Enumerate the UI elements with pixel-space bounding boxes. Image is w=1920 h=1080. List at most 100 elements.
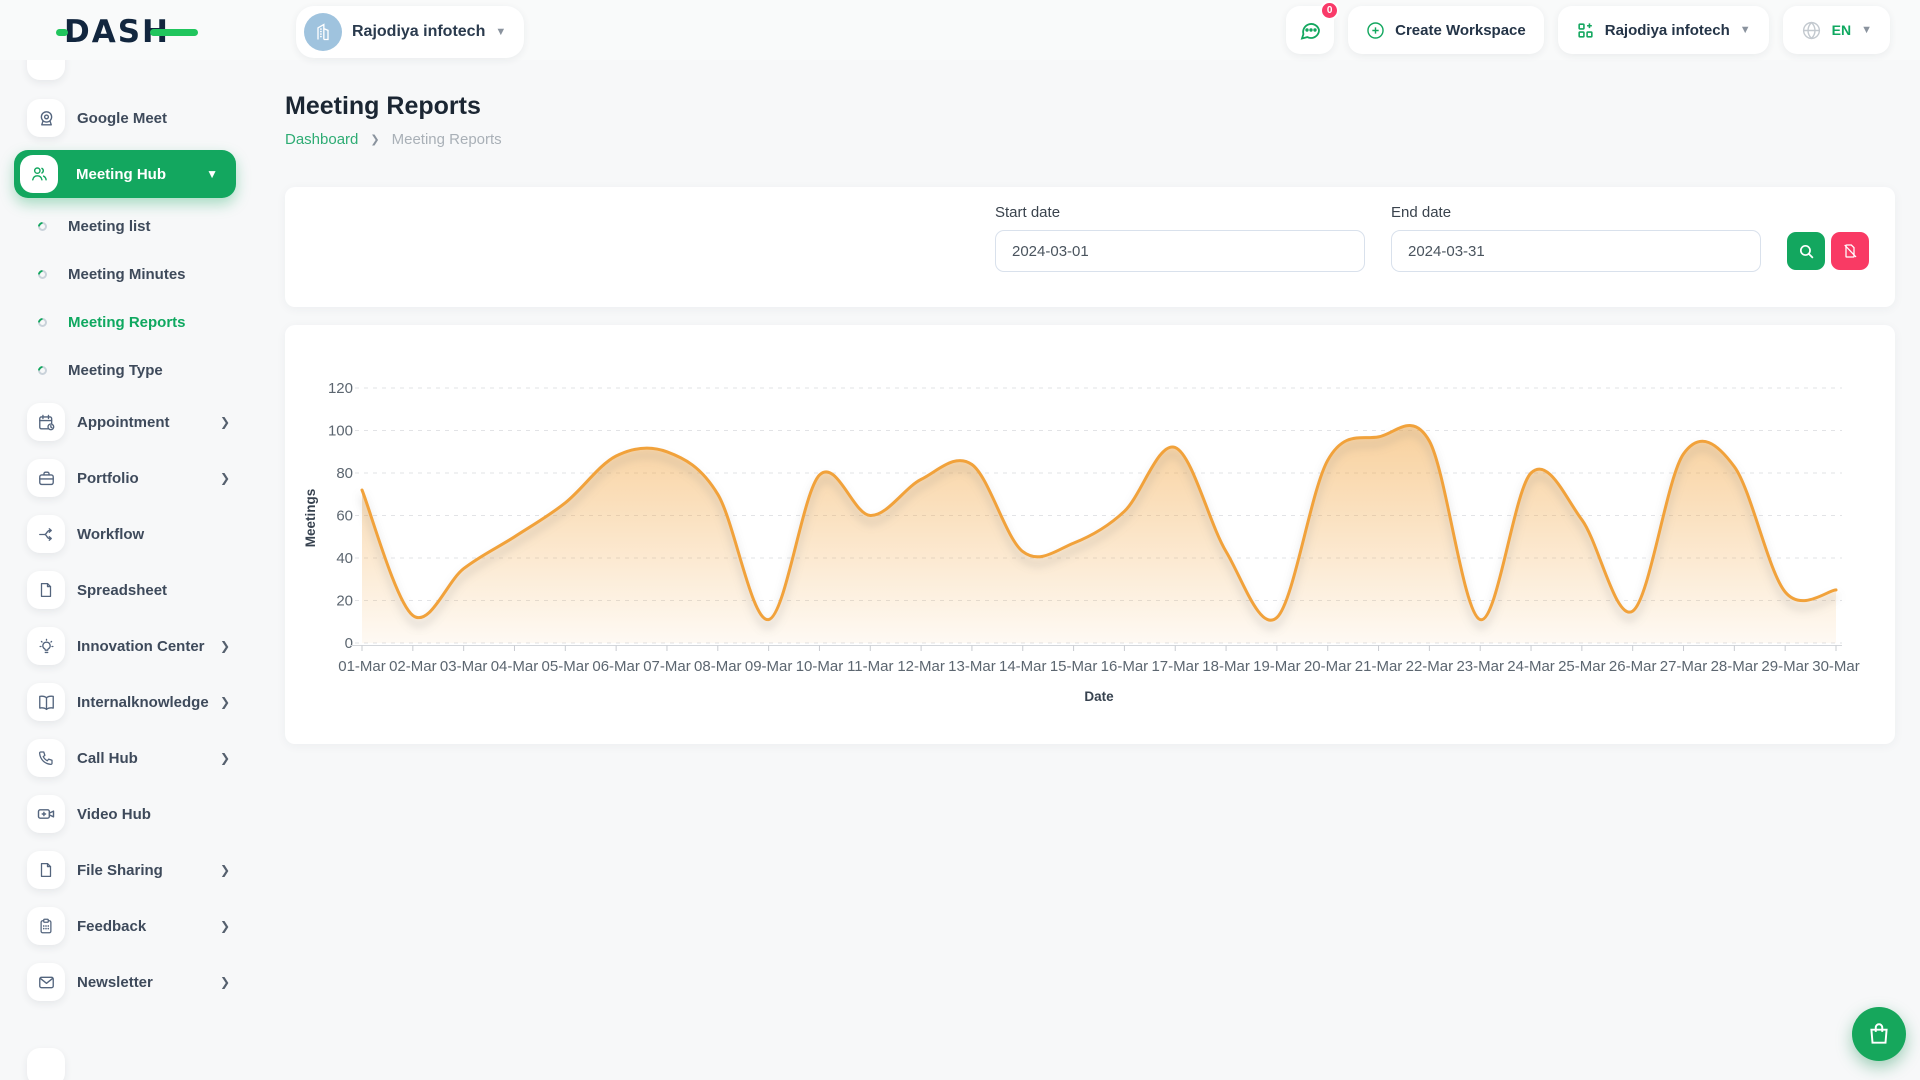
chevron-right-icon: ❯ [220,863,230,877]
globe-icon [1801,20,1822,41]
svg-text:09-Mar: 09-Mar [745,658,793,675]
workspace-avatar [304,13,342,51]
chevron-right-icon: ❯ [220,751,230,765]
bullet-icon [36,316,49,329]
file-icon [27,571,65,609]
start-date-input[interactable] [995,230,1365,272]
filter-card: Start date End date [285,187,1895,307]
sidebar-subitem-meeting-type[interactable]: Meeting Type [0,346,256,394]
reset-filter-button[interactable] [1831,232,1869,270]
chevron-right-icon: ❯ [220,695,230,709]
sidebar-subitem-label: Meeting Minutes [68,266,186,283]
calendar-clock-icon [27,403,65,441]
svg-text:01-Mar: 01-Mar [338,658,386,675]
search-button[interactable] [1787,232,1825,270]
workspace-selector[interactable]: Rajodiya infotech ▼ [296,6,524,58]
sidebar-item-appointment[interactable]: Appointment ❯ [0,394,256,450]
sidebar-item-internalknowledge[interactable]: Internalknowledge ❯ [0,674,256,730]
sidebar-item-partial-top[interactable] [27,60,65,80]
svg-text:Meetings: Meetings [303,489,318,548]
clear-file-icon [1842,243,1858,259]
sidebar-item-feedback[interactable]: Feedback ❯ [0,898,256,954]
sidebar-item-label: Spreadsheet [77,582,167,599]
svg-text:19-Mar: 19-Mar [1253,658,1301,675]
svg-text:0: 0 [345,635,353,652]
svg-text:10-Mar: 10-Mar [796,658,844,675]
language-selector[interactable]: EN ▼ [1783,6,1890,54]
meetings-area-chart[interactable]: 02040608010012001-Mar02-Mar03-Mar04-Mar0… [285,325,1895,744]
svg-text:14-Mar: 14-Mar [999,658,1047,675]
end-date-label: End date [1391,204,1761,221]
sidebar-item-spreadsheet[interactable]: Spreadsheet [0,562,256,618]
sidebar-item-newsletter[interactable]: Newsletter ❯ [0,954,256,1010]
svg-text:22-Mar: 22-Mar [1406,658,1454,675]
svg-text:20: 20 [336,593,353,610]
sidebar-item-call-hub[interactable]: Call Hub ❯ [0,730,256,786]
sidebar-item-google-meet[interactable]: Google Meet [0,90,256,146]
chevron-right-icon: ❯ [220,639,230,653]
chevron-right-icon: ❯ [220,919,230,933]
create-workspace-button[interactable]: Create Workspace [1348,6,1544,54]
chevron-down-icon: ▼ [1861,24,1872,36]
building-icon [313,22,333,42]
messages-count-badge: 0 [1320,1,1339,20]
sidebar-item-label: Newsletter [77,974,153,991]
svg-text:21-Mar: 21-Mar [1355,658,1403,675]
sidebar-subitem-meeting-minutes[interactable]: Meeting Minutes [0,250,256,298]
sidebar-subitem-label: Meeting Type [68,362,163,379]
book-icon [27,683,65,721]
svg-text:26-Mar: 26-Mar [1609,658,1657,675]
svg-text:02-Mar: 02-Mar [389,658,437,675]
messages-button[interactable]: 0 [1286,6,1334,54]
svg-text:04-Mar: 04-Mar [491,658,539,675]
svg-text:27-Mar: 27-Mar [1660,658,1708,675]
sidebar-item-label: Google Meet [77,110,167,127]
sidebar-item-label: Innovation Center [77,638,205,655]
breadcrumb-current: Meeting Reports [392,131,502,148]
logo-accent-dash [150,29,198,36]
sidebar-item-file-sharing[interactable]: File Sharing ❯ [0,842,256,898]
svg-text:08-Mar: 08-Mar [694,658,742,675]
sidebar-item-label: Feedback [77,918,146,935]
sidebar-item-label: Meeting Hub [76,166,166,183]
users-icon [20,155,58,193]
sidebar-nav: Google Meet Meeting Hub ▼ Meeting list M… [0,60,256,1080]
svg-text:120: 120 [328,380,353,397]
mail-icon [27,963,65,1001]
bullet-icon [36,268,49,281]
chevron-right-icon: ❯ [220,415,230,429]
chevron-down-icon: ▼ [206,167,218,181]
breadcrumb-dashboard-link[interactable]: Dashboard [285,131,358,148]
sidebar-item-workflow[interactable]: Workflow [0,506,256,562]
sidebar-item-meeting-hub[interactable]: Meeting Hub ▼ [14,150,236,198]
briefcase-icon [27,459,65,497]
plus-circle-icon [1366,21,1385,40]
clipboard-icon [27,907,65,945]
svg-text:17-Mar: 17-Mar [1151,658,1199,675]
sidebar-item-partial-bottom[interactable] [27,1048,65,1080]
logo-accent-dot [56,29,68,36]
svg-text:16-Mar: 16-Mar [1101,658,1149,675]
svg-text:11-Mar: 11-Mar [847,658,893,675]
sidebar-item-video-hub[interactable]: Video Hub [0,786,256,842]
lightbulb-icon [27,627,65,665]
svg-text:05-Mar: 05-Mar [542,658,590,675]
end-date-input[interactable] [1391,230,1761,272]
svg-text:28-Mar: 28-Mar [1711,658,1759,675]
sidebar-item-portfolio[interactable]: Portfolio ❯ [0,450,256,506]
chevron-down-icon: ▼ [495,26,506,38]
svg-text:23-Mar: 23-Mar [1456,658,1504,675]
addons-fab-button[interactable] [1852,1007,1906,1061]
sidebar-subitem-meeting-list[interactable]: Meeting list [0,202,256,250]
webcam-icon [27,99,65,137]
svg-text:06-Mar: 06-Mar [592,658,640,675]
svg-text:29-Mar: 29-Mar [1761,658,1809,675]
sidebar-item-innovation-center[interactable]: Innovation Center ❯ [0,618,256,674]
brand-logo[interactable]: DASH [64,14,204,48]
file-icon [27,851,65,889]
sidebar-subitem-label: Meeting list [68,218,151,235]
company-selector[interactable]: Rajodiya infotech ▼ [1558,6,1769,54]
sidebar-subitem-meeting-reports[interactable]: Meeting Reports [0,298,256,346]
language-code: EN [1832,22,1851,38]
start-date-label: Start date [995,204,1365,221]
